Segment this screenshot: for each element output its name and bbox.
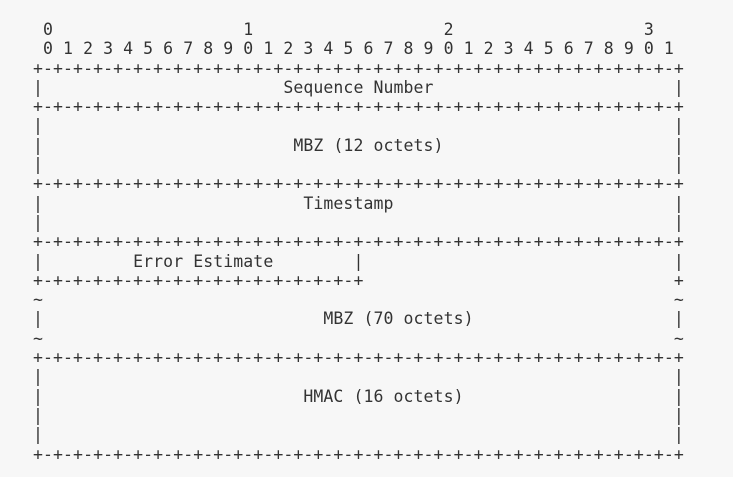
field-timestamp: | Timestamp | bbox=[33, 193, 684, 213]
field-mbz-12-octets: | MBZ (12 octets) | bbox=[33, 135, 684, 155]
packet-format-ascii-art: 0 1 2 3 0 1 2 3 4 5 6 7 8 9 0 1 2 3 4 5 … bbox=[33, 20, 684, 464]
field-border: +-+-+-+-+-+-+-+-+-+-+-+-+-+-+-+-+-+-+-+-… bbox=[33, 348, 684, 368]
field-border: +-+-+-+-+-+-+-+-+-+-+-+-+-+-+-+-+-+-+-+-… bbox=[33, 174, 684, 194]
bit-number-row: 0 1 2 3 4 5 6 7 8 9 0 1 2 3 4 5 6 7 8 9 … bbox=[33, 39, 674, 59]
field-partial-border: +-+-+-+-+-+-+-+-+-+-+-+-+-+-+-+-+ + bbox=[33, 270, 684, 290]
field-mbz-70-line: ~ ~ bbox=[33, 328, 684, 348]
field-mbz-12-line: | | bbox=[33, 155, 684, 175]
field-mbz-70-line: ~ ~ bbox=[33, 290, 684, 310]
field-hmac-16-octets: | HMAC (16 octets) | bbox=[33, 386, 684, 406]
field-border: +-+-+-+-+-+-+-+-+-+-+-+-+-+-+-+-+-+-+-+-… bbox=[33, 444, 684, 464]
field-border: +-+-+-+-+-+-+-+-+-+-+-+-+-+-+-+-+-+-+-+-… bbox=[33, 97, 684, 117]
field-border: +-+-+-+-+-+-+-+-+-+-+-+-+-+-+-+-+-+-+-+-… bbox=[33, 58, 684, 78]
field-mbz-12-line: | | bbox=[33, 116, 684, 136]
field-timestamp-line: | | bbox=[33, 212, 684, 232]
field-hmac-line: | | bbox=[33, 405, 684, 425]
octet-number-row: 0 1 2 3 bbox=[33, 20, 654, 39]
field-sequence-number: | Sequence Number | bbox=[33, 77, 684, 97]
field-error-estimate: | Error Estimate | | bbox=[33, 251, 684, 271]
field-hmac-line: | | bbox=[33, 367, 684, 387]
packet-format-figure: 0 1 2 3 0 1 2 3 4 5 6 7 8 9 0 1 2 3 4 5 … bbox=[0, 0, 733, 477]
field-border: +-+-+-+-+-+-+-+-+-+-+-+-+-+-+-+-+-+-+-+-… bbox=[33, 232, 684, 252]
field-hmac-line: | | bbox=[33, 425, 684, 445]
field-mbz-70-octets: | MBZ (70 octets) | bbox=[33, 309, 684, 329]
